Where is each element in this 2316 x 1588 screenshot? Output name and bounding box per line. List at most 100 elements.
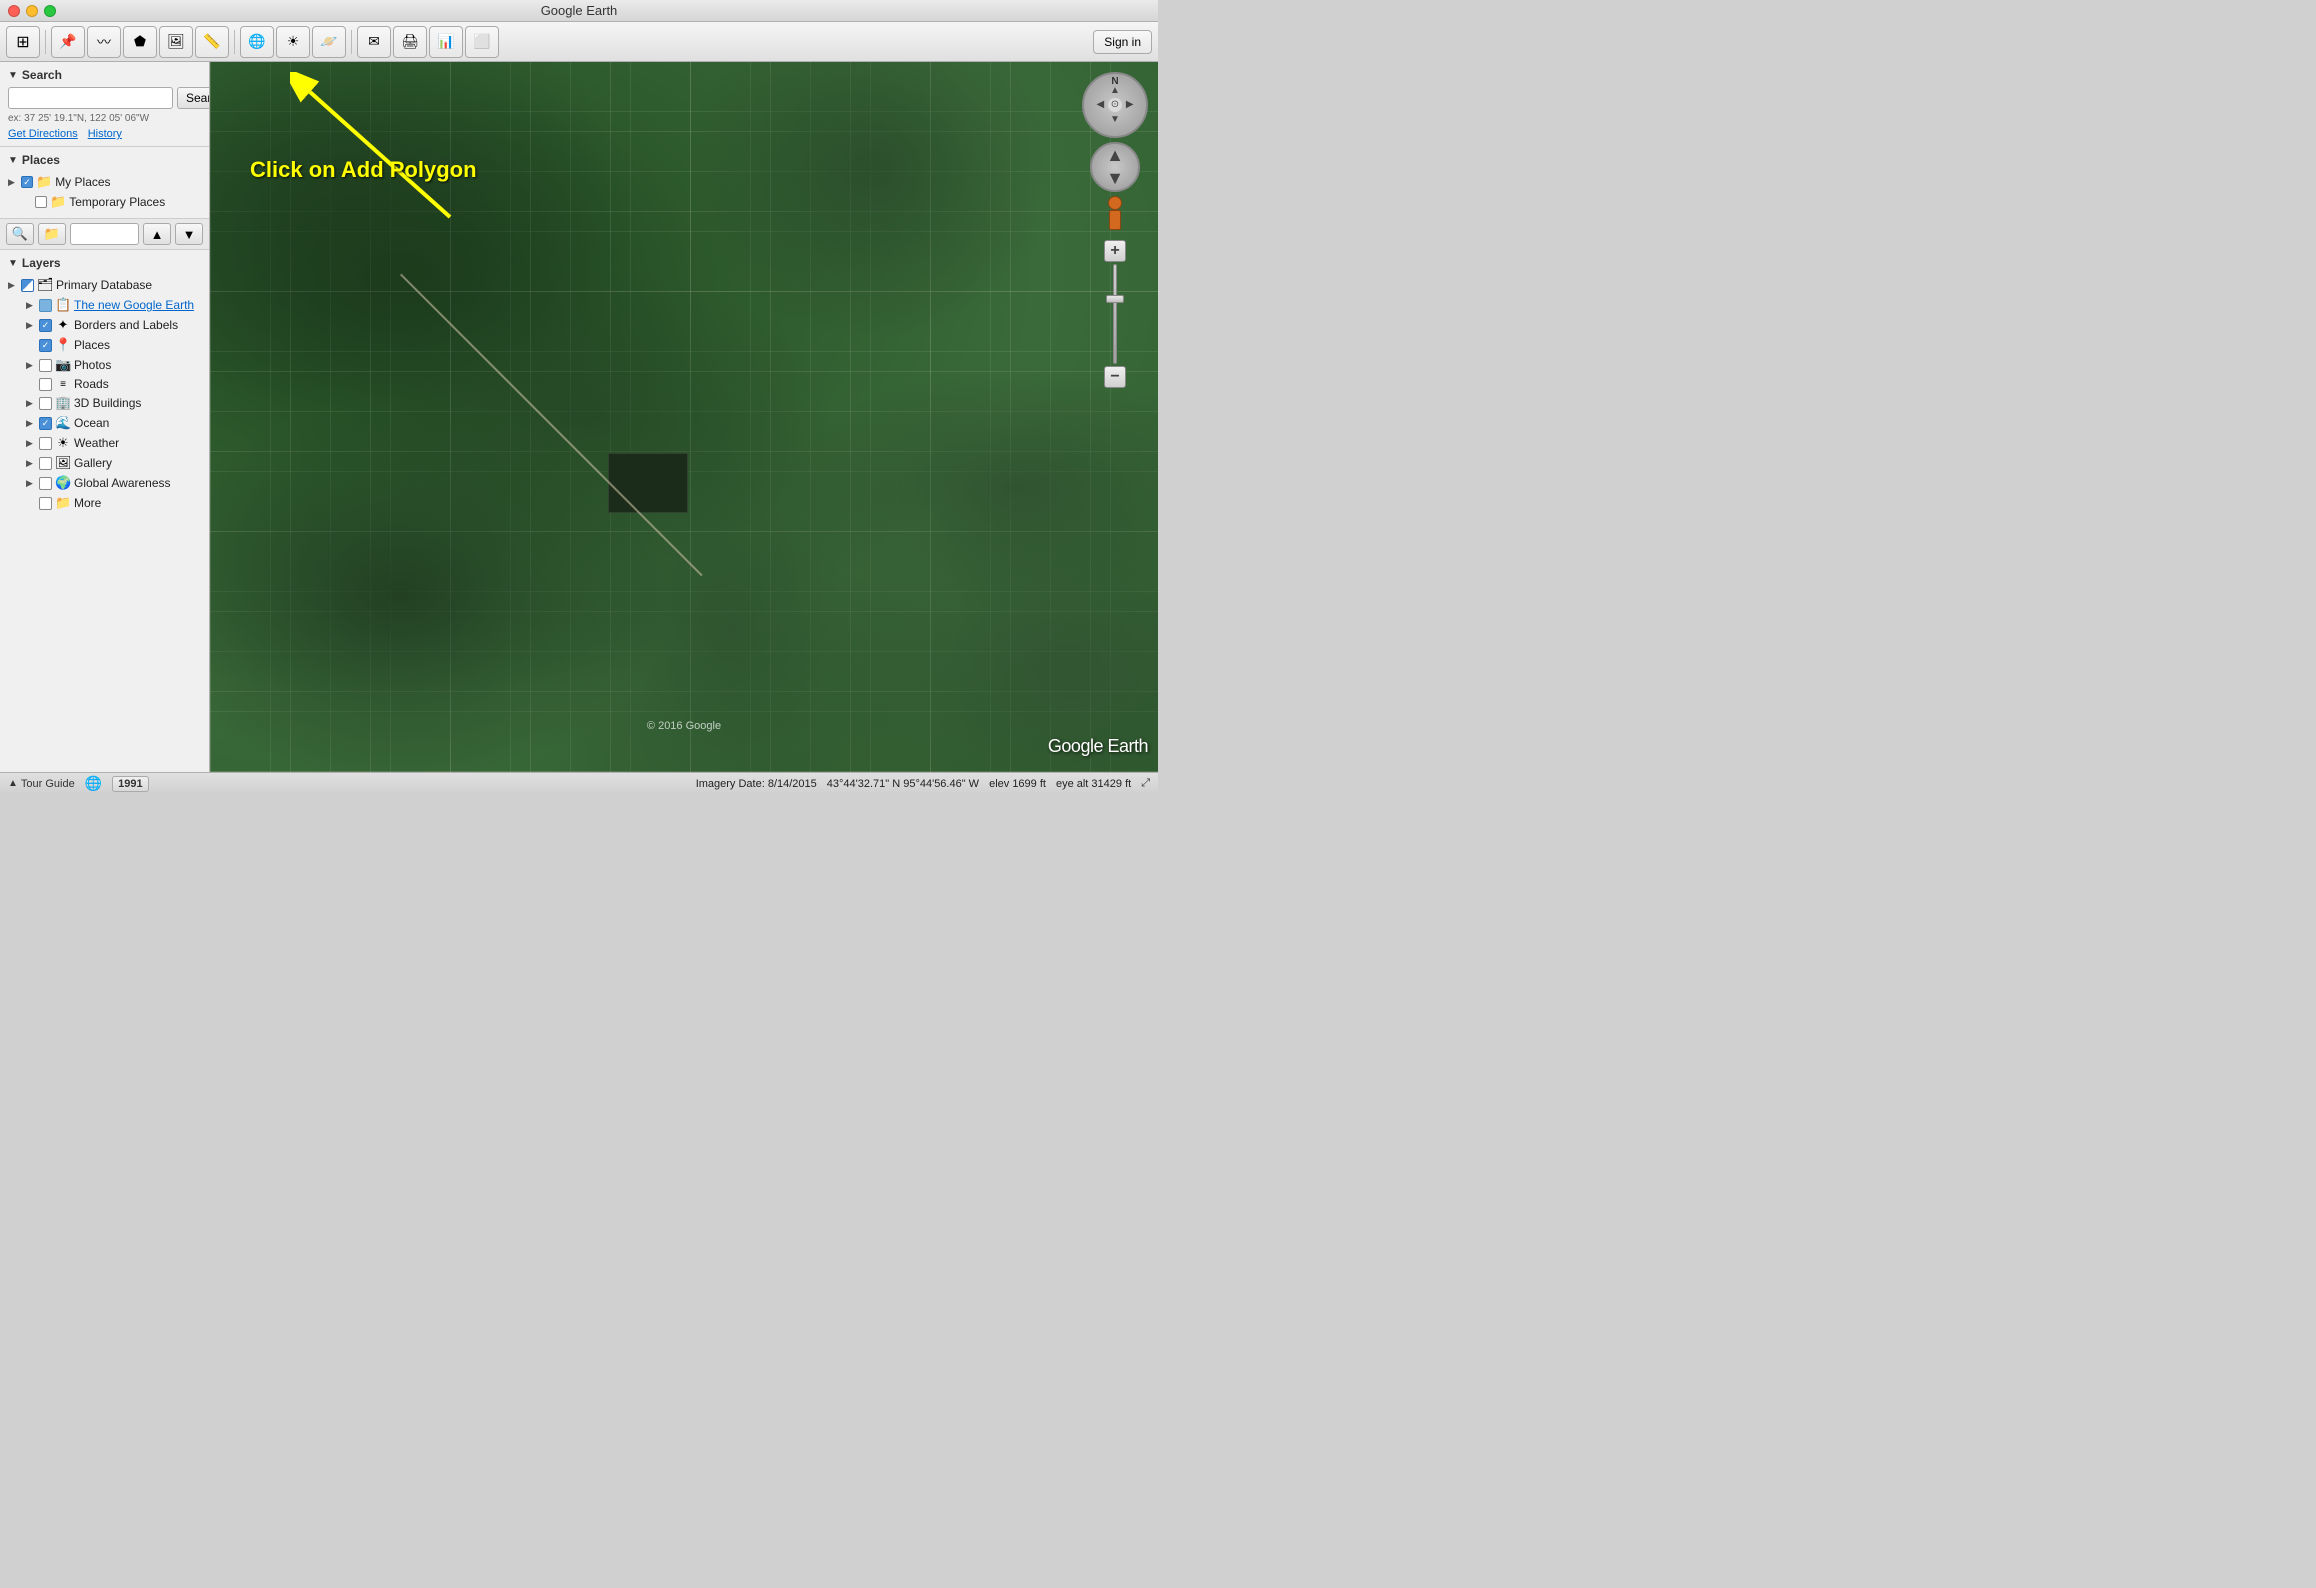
planets-btn[interactable]: 🪐 [312, 26, 346, 58]
ocean-icon: 🌊 [55, 415, 71, 431]
more-label: More [74, 496, 101, 510]
layer-weather[interactable]: ▶ ☀ Weather [8, 433, 201, 453]
sun-btn[interactable]: ☀ [276, 26, 310, 58]
weather-label: Weather [74, 436, 119, 450]
ocean-checkbox[interactable]: ✓ [39, 417, 52, 430]
buildings-checkbox[interactable] [39, 397, 52, 410]
pegman[interactable] [1105, 196, 1125, 236]
my-places-checkbox[interactable]: ✓ [21, 176, 33, 188]
compass-sw [1093, 112, 1108, 127]
layer-new-google-earth[interactable]: ▶ 📋 The new Google Earth [8, 295, 201, 315]
primary-db-arrow-icon: ▶ [8, 280, 18, 291]
window-title: Google Earth [541, 3, 618, 18]
print-btn[interactable]: 🖨 [393, 26, 427, 58]
new-ge-label: The new Google Earth [74, 298, 194, 312]
tour-guide-btn[interactable]: ▲ Tour Guide [8, 778, 75, 790]
photos-checkbox[interactable] [39, 359, 52, 372]
search-places-btn[interactable]: 🔍 [6, 223, 34, 245]
more-checkbox[interactable] [39, 497, 52, 510]
layer-gallery[interactable]: ▶ 🖼 Gallery [8, 453, 201, 473]
search-button[interactable]: Search [177, 87, 210, 109]
maximize-button[interactable] [44, 5, 56, 17]
pegman-head [1108, 196, 1122, 210]
primary-db-checkbox[interactable] [21, 279, 34, 292]
roads-icon: ≡ [55, 379, 71, 390]
roads-checkbox[interactable] [39, 378, 52, 391]
get-directions-link[interactable]: Get Directions [8, 128, 78, 140]
layer-roads[interactable]: ≡ Roads [8, 375, 201, 393]
expand-icon[interactable]: ⤢ [1141, 777, 1150, 790]
email-btn[interactable]: ✉ [357, 26, 391, 58]
temp-places-checkbox[interactable] [35, 196, 47, 208]
layer-primary-database[interactable]: ▶ 🗂 Primary Database [8, 275, 201, 295]
minimize-button[interactable] [26, 5, 38, 17]
record-btn[interactable]: ⬜ [465, 26, 499, 58]
compass-center-btn[interactable]: ⊙ [1108, 98, 1123, 113]
add-path-btn[interactable]: 〰 [87, 26, 121, 58]
compass-ring[interactable]: N ▲ ◀ ⊙ ▶ ▼ [1082, 72, 1148, 138]
compass-south-btn[interactable]: ▼ [1108, 112, 1123, 127]
places-layer-checkbox[interactable]: ✓ [39, 339, 52, 352]
folder-btn[interactable]: 📁 [38, 223, 66, 245]
weather-icon: ☀ [55, 435, 71, 451]
places-search-input[interactable] [70, 223, 139, 245]
measure-btn[interactable]: 📏 [195, 26, 229, 58]
borders-label: Borders and Labels [74, 318, 178, 332]
search-hint: ex: 37 25' 19.1"N, 122 05' 06"W [8, 113, 201, 124]
compass-nw [1093, 83, 1108, 98]
zoom-in-btn[interactable]: + [1104, 240, 1126, 262]
elevation: elev 1699 ft [989, 778, 1046, 790]
layer-photos[interactable]: ▶ 📷 Photos [8, 355, 201, 375]
layer-ocean[interactable]: ▶ ✓ 🌊 Ocean [8, 413, 201, 433]
tilt-control[interactable]: ▲ ▼ [1090, 142, 1140, 192]
layer-more[interactable]: 📁 More [8, 493, 201, 513]
zoom-out-btn[interactable]: − [1104, 366, 1126, 388]
buildings-icon: 🏢 [55, 395, 71, 411]
maps-btn[interactable]: 📊 [429, 26, 463, 58]
map-area[interactable]: Click on Add Polygon © 2016 Google Googl… [210, 62, 1158, 772]
tour-guide-arrow-icon: ▲ [8, 778, 18, 789]
add-placemark-btn[interactable]: 📌 [51, 26, 85, 58]
my-places-arrow-icon: ▶ [8, 177, 18, 188]
temporary-places-item[interactable]: 📁 Temporary Places [8, 192, 201, 212]
imagery-date: Imagery Date: 8/14/2015 [696, 778, 817, 790]
add-polygon-btn[interactable]: ⬟ [123, 26, 157, 58]
pegman-body [1109, 210, 1121, 230]
places-header-label: Places [22, 153, 60, 167]
layer-global-awareness[interactable]: ▶ 🌍 Global Awareness [8, 473, 201, 493]
add-image-overlay-btn[interactable]: 🖼 [159, 26, 193, 58]
show-sidebar-btn[interactable]: ⊞ [6, 26, 40, 58]
signin-button[interactable]: Sign in [1093, 30, 1152, 54]
compass-east-btn[interactable]: ▶ [1122, 98, 1137, 113]
toolbar-separator-2 [234, 30, 235, 54]
tour-btn[interactable]: 🌐 [240, 26, 274, 58]
my-places-item[interactable]: ▶ ✓ 📁 My Places [8, 172, 201, 192]
places-header[interactable]: ▼ Places [8, 153, 201, 167]
main-layout: ▼ Search Search ex: 37 25' 19.1"N, 122 0… [0, 62, 1158, 772]
search-header-label: Search [22, 68, 62, 82]
gallery-checkbox[interactable] [39, 457, 52, 470]
history-link[interactable]: History [88, 128, 122, 140]
down-btn[interactable]: ▼ [175, 223, 203, 245]
layers-header[interactable]: ▼ Layers [8, 256, 201, 270]
close-button[interactable] [8, 5, 20, 17]
search-links: Get Directions History [8, 128, 201, 140]
borders-checkbox[interactable]: ✓ [39, 319, 52, 332]
compass-west-btn[interactable]: ◀ [1093, 98, 1108, 113]
global-checkbox[interactable] [39, 477, 52, 490]
layer-3d-buildings[interactable]: ▶ 🏢 3D Buildings [8, 393, 201, 413]
up-btn[interactable]: ▲ [143, 223, 171, 245]
search-header[interactable]: ▼ Search [8, 68, 201, 82]
weather-checkbox[interactable] [39, 437, 52, 450]
new-ge-checkbox[interactable] [39, 299, 52, 312]
search-input[interactable] [8, 87, 173, 109]
zoom-slider-thumb[interactable] [1106, 295, 1124, 303]
layer-borders-labels[interactable]: ▶ ✓ ✦ Borders and Labels [8, 315, 201, 335]
borders-arrow-icon: ▶ [26, 320, 36, 331]
new-ge-arrow-icon: ▶ [26, 300, 36, 311]
annotation-arrow-svg [290, 72, 470, 232]
places-section: ▼ Places ▶ ✓ 📁 My Places 📁 Temporary Pla… [0, 147, 209, 219]
layer-places[interactable]: ✓ 📍 Places [8, 335, 201, 355]
sidebar: ▼ Search Search ex: 37 25' 19.1"N, 122 0… [0, 62, 210, 772]
map-background: Click on Add Polygon © 2016 Google Googl… [210, 62, 1158, 772]
